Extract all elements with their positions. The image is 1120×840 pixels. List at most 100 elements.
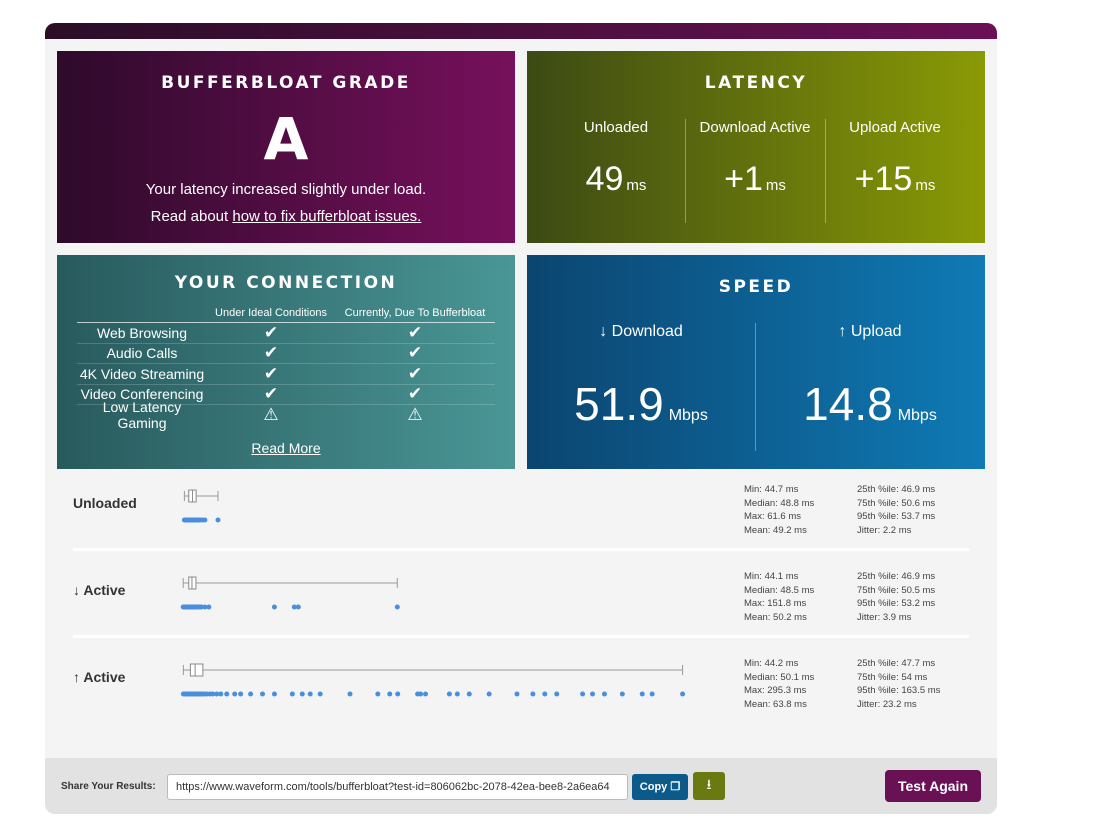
latency-sample-point (446, 691, 452, 697)
latency-stats-left: Min: 44.2 ms Median: 50.1 ms Max: 295.3 ms… (744, 657, 814, 712)
download-icon: ⭳ (706, 777, 712, 793)
latency-sample-point (486, 691, 492, 697)
latency-sample-point (260, 691, 266, 697)
read-more-link[interactable]: Read More (57, 440, 515, 456)
download-button[interactable]: ⭳ (693, 772, 725, 800)
latency-sample-point (299, 691, 305, 697)
checkmark-icon: ✔ (263, 384, 279, 404)
latency-stat: Jitter: 23.2 ms (857, 699, 917, 711)
latency-stat: Max: 61.6 ms (744, 511, 802, 523)
latency-stat: Max: 151.8 ms (744, 598, 807, 610)
connection-use-case: Web Browsing (96, 324, 187, 341)
test-again-button[interactable]: Test Again (885, 770, 981, 802)
latency-sample-point (347, 691, 353, 697)
fix-bufferbloat-link[interactable]: how to fix bufferbloat issues. (232, 208, 421, 225)
latency-sample-point (649, 691, 655, 697)
latency-sample-point (395, 691, 401, 697)
checkmark-icon: ✔ (263, 322, 279, 342)
latency-detail-row: ↓ Active Min: 44.1 ms Median: 48.5 ms Max: … (73, 570, 969, 650)
latency-sample-point (454, 691, 460, 697)
latency-sample-point (295, 604, 301, 610)
grade-read-about-prefix: Read about (150, 208, 233, 225)
latency-upload-unit: ms (915, 177, 936, 194)
latency-stat: Min: 44.2 ms (744, 658, 799, 669)
latency-sample-point (418, 691, 424, 697)
latency-stat: Jitter: 3.9 ms (857, 612, 912, 624)
latency-sample-point (248, 691, 254, 697)
latency-boxplot (181, 489, 221, 523)
latency-boxplot (180, 663, 686, 697)
copy-button[interactable]: Copy ❐ (632, 774, 688, 800)
connection-header-current: Currently, Due To Bufferbloat (344, 307, 486, 319)
grade-description: Your latency increased slightly under lo… (145, 181, 427, 198)
latency-stat: 95th %ile: 53.7 ms (857, 511, 936, 523)
latency-card: LATENCY Unloaded 49 ms Download Active +1… (527, 51, 985, 243)
latency-unloaded: Unloaded 49 ms (546, 119, 686, 223)
connection-row: 4K Video Streaming ✔ ✔ (77, 364, 495, 385)
latency-stat: Median: 48.5 ms (744, 584, 815, 596)
latency-stat: Jitter: 2.2 ms (857, 525, 912, 537)
connection-header-ideal: Under Ideal Conditions (215, 307, 327, 319)
latency-sample-point (554, 691, 560, 697)
speed-download-label: ↓ Download (599, 323, 683, 340)
latency-stat: Min: 44.1 ms (744, 571, 799, 582)
grade-read-about: Read about how to fix bufferbloat issues… (57, 208, 515, 225)
latency-sample-point (307, 691, 313, 697)
grade-title: BUFFERBLOAT GRADE (161, 73, 411, 93)
latency-row-divider (73, 548, 969, 551)
connection-use-case: Low Latency Gaming (102, 399, 182, 432)
latency-title: LATENCY (704, 73, 808, 93)
latency-stat: Mean: 63.8 ms (744, 699, 807, 711)
latency-sample-point (394, 604, 400, 610)
boxplot-box (189, 663, 204, 677)
latency-sample-point (619, 691, 625, 697)
latency-stat: Mean: 49.2 ms (744, 525, 807, 537)
latency-sample-point (580, 691, 586, 697)
latency-stats-right: 25th %ile: 46.9 ms 75th %ile: 50.5 ms 95th… (857, 570, 935, 625)
copy-button-label: Copy (639, 781, 668, 793)
your-connection-card: YOUR CONNECTION Under Ideal Conditions C… (57, 255, 515, 469)
latency-sample-point (590, 691, 596, 697)
latency-stat: 75th %ile: 50.6 ms (857, 497, 936, 509)
warning-icon: ⚠ (407, 405, 423, 425)
latency-stat: 25th %ile: 47.7 ms (857, 658, 936, 669)
latency-upload-label: Upload Active (849, 119, 941, 136)
latency-sample-point (542, 691, 548, 697)
latency-sample-point (238, 691, 244, 697)
latency-stat: 75th %ile: 50.5 ms (857, 584, 936, 596)
speed-upload: ↑ Upload 14.8 Mbps (755, 323, 985, 451)
latency-sample-point (530, 691, 536, 697)
checkmark-icon: ✔ (407, 363, 423, 383)
bufferbloat-results-panel: BUFFERBLOAT GRADE A Your latency increas… (45, 23, 997, 814)
latency-detail-row: Unloaded Min: 44.7 ms Median: 48.8 ms Max: … (73, 483, 969, 563)
bufferbloat-grade-card: BUFFERBLOAT GRADE A Your latency increas… (57, 51, 515, 243)
latency-sample-point (271, 691, 277, 697)
speed-upload-label: ↑ Upload (838, 323, 902, 340)
latency-stat: 95th %ile: 163.5 ms (857, 685, 941, 697)
latency-sample-point (423, 691, 429, 697)
latency-sample-point (218, 691, 224, 697)
latency-stats-left: Min: 44.1 ms Median: 48.5 ms Max: 151.8 ms… (744, 570, 814, 625)
share-url-input[interactable] (167, 774, 628, 800)
latency-sample-point (215, 517, 221, 523)
speed-download-value: 51.9 (574, 378, 664, 430)
checkmark-icon: ✔ (263, 363, 279, 383)
latency-stat: 25th %ile: 46.9 ms (857, 484, 936, 495)
latency-sample-point (289, 691, 295, 697)
latency-download-unit: ms (765, 177, 786, 194)
latency-stat: Max: 295.3 ms (744, 685, 807, 697)
latency-unloaded-value: 49 (585, 160, 624, 198)
latency-upload-active: Upload Active +15 ms (825, 119, 965, 223)
share-label: Share Your Results: (61, 781, 156, 792)
speed-card: SPEED ↓ Download 51.9 Mbps ↑ Upload 14.8 M… (527, 255, 985, 469)
connection-use-case: Audio Calls (106, 345, 178, 362)
share-footer: Share Your Results: Copy ❐ ⭳ Test Again (45, 758, 997, 814)
latency-sample-point (232, 691, 238, 697)
warning-icon: ⚠ (263, 405, 279, 425)
connection-table-header: Under Ideal Conditions Currently, Due To… (77, 307, 495, 323)
connection-use-case: 4K Video Streaming (79, 365, 205, 382)
connection-header-blank (77, 307, 207, 322)
latency-sample-point (375, 691, 381, 697)
latency-stat: 95th %ile: 53.2 ms (857, 598, 936, 610)
connection-title: YOUR CONNECTION (174, 273, 398, 293)
